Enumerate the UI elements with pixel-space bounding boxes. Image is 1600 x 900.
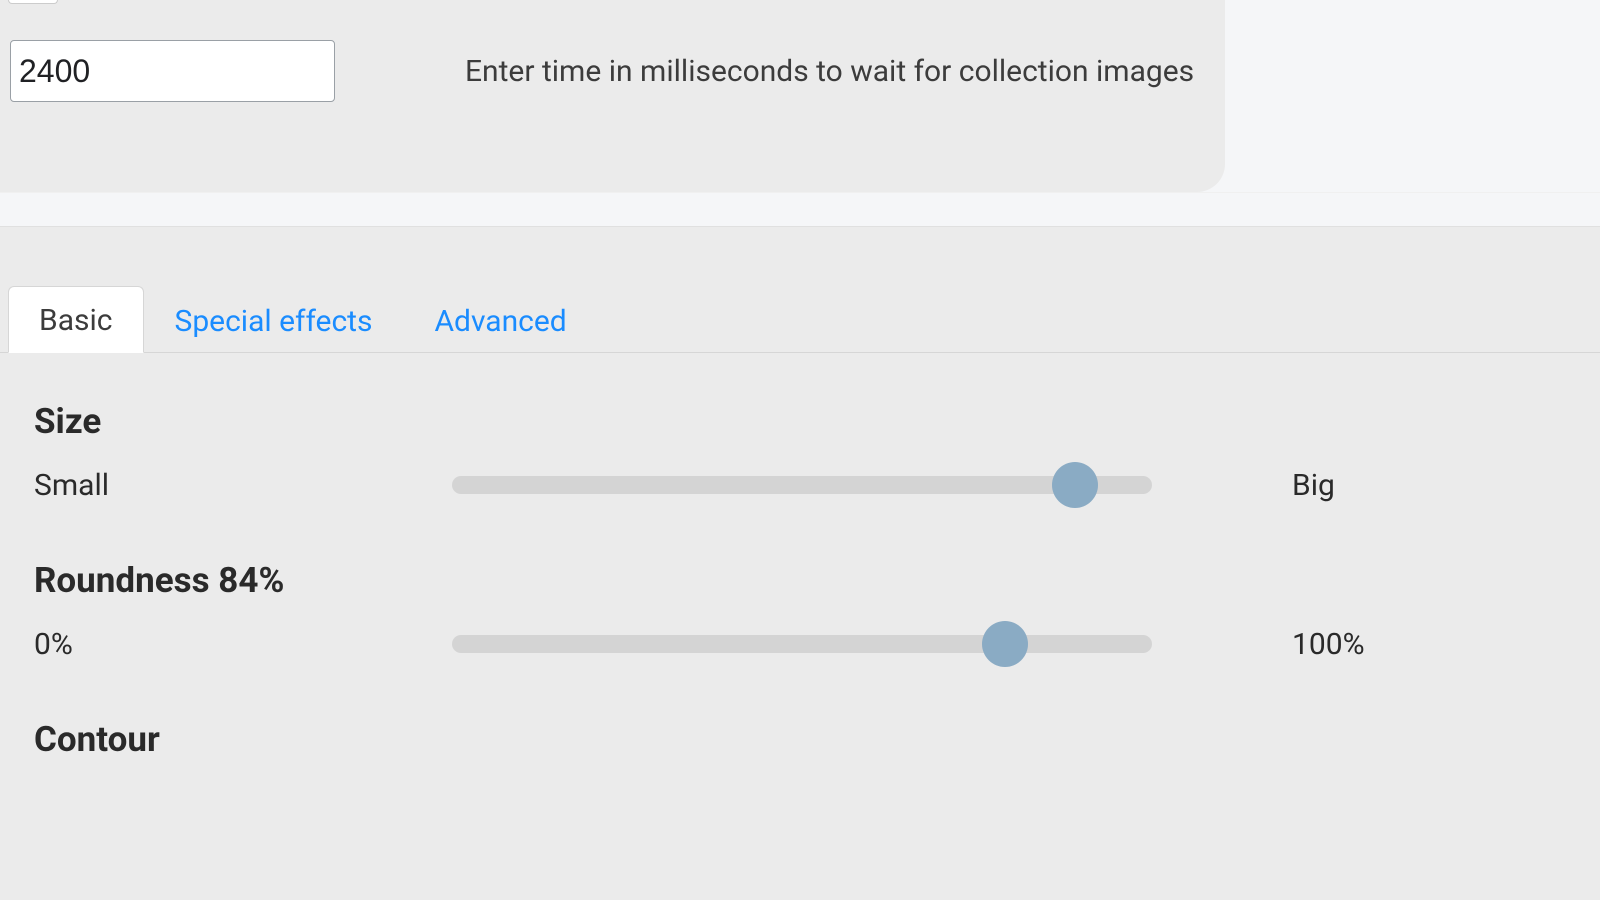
roundness-slider[interactable] xyxy=(452,621,1152,667)
roundness-slider-track xyxy=(452,635,1152,653)
roundness-title: Roundness 84% xyxy=(34,560,1566,601)
roundness-slider-row: 0% 100% xyxy=(34,621,1566,667)
roundness-slider-thumb[interactable] xyxy=(982,621,1028,667)
settings-panel: Basic Special effects Advanced Size Smal… xyxy=(0,227,1600,900)
tab-basic[interactable]: Basic xyxy=(8,286,144,353)
size-slider-thumb[interactable] xyxy=(1052,462,1098,508)
tab-special-effects[interactable]: Special effects xyxy=(144,287,404,353)
size-group: Size Small Big xyxy=(34,401,1566,508)
size-max-label: Big xyxy=(1292,468,1335,503)
settings-tabs: Basic Special effects Advanced xyxy=(0,285,1600,353)
size-slider[interactable] xyxy=(452,462,1152,508)
section-gap xyxy=(0,192,1600,226)
roundness-group: Roundness 84% 0% 100% xyxy=(34,560,1566,667)
basic-controls: Size Small Big Roundness 84% 0% 100% xyxy=(0,353,1600,760)
wait-time-input[interactable] xyxy=(10,40,335,102)
roundness-min-label: 0% xyxy=(34,627,452,662)
size-min-label: Small xyxy=(34,468,452,503)
size-slider-track xyxy=(452,476,1152,494)
wait-time-row: Enter time in milliseconds to wait for c… xyxy=(10,0,1215,102)
wait-time-description: Enter time in milliseconds to wait for c… xyxy=(465,54,1194,89)
contour-group: Contour xyxy=(34,719,1566,760)
size-slider-row: Small Big xyxy=(34,462,1566,508)
roundness-max-label: 100% xyxy=(1292,627,1365,662)
wait-time-panel: Enter time in milliseconds to wait for c… xyxy=(0,0,1225,192)
size-title: Size xyxy=(34,401,1566,442)
tab-advanced[interactable]: Advanced xyxy=(403,287,597,353)
contour-title: Contour xyxy=(34,719,1566,760)
partial-control-above xyxy=(8,0,58,4)
